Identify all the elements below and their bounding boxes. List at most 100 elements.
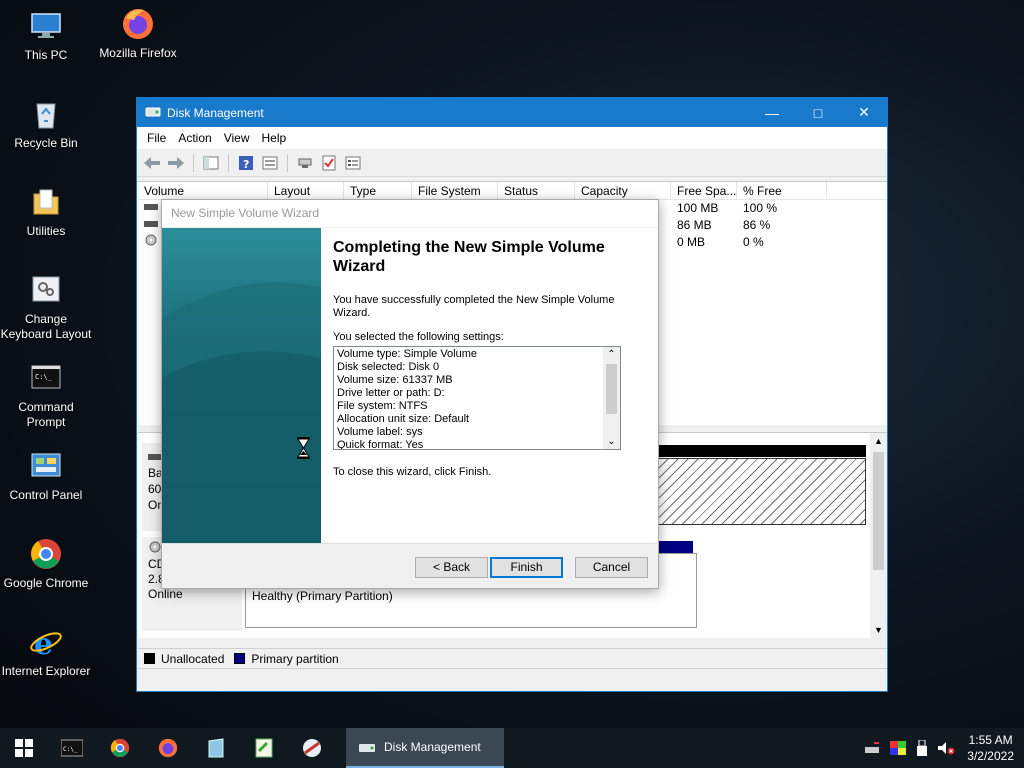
desktop-icon-recycle-bin[interactable]: Recycle Bin	[0, 96, 92, 151]
cd-drive-icon	[144, 234, 158, 249]
svg-text:?: ?	[243, 158, 249, 171]
free-space-cell: 86 MB	[677, 218, 712, 232]
taskbar-command-prompt[interactable]: C:\_	[48, 728, 96, 768]
setting-line: Drive letter or path: D:	[337, 387, 445, 399]
scrollbar-thumb[interactable]	[873, 452, 884, 570]
connect-disk-button[interactable]	[294, 152, 316, 174]
column-header-file-system[interactable]: File System	[412, 182, 498, 199]
volume-drive-icon	[144, 201, 158, 215]
network-icon[interactable]	[859, 728, 885, 768]
desktop-icon-label: Recycle Bin	[14, 136, 78, 150]
desktop-icon-control-panel[interactable]: Control Panel	[0, 448, 92, 503]
desktop-icon-change-keyboard-layout[interactable]: Change Keyboard Layout	[0, 272, 92, 342]
percent-free-cell: 100 %	[743, 201, 778, 215]
partition-status-text: Healthy (Primary Partition)	[252, 589, 393, 603]
desktop-icon-label: Google Chrome	[3, 576, 89, 590]
taskbar-app-tools[interactable]	[288, 728, 336, 768]
recycle-bin-icon	[28, 96, 64, 132]
column-header-layout[interactable]: Layout	[268, 182, 344, 199]
chrome-icon	[110, 738, 130, 758]
free-space-cell: 0 MB	[677, 235, 706, 249]
column-header-percent-free[interactable]: % Free	[737, 182, 827, 199]
properties-button[interactable]	[259, 152, 281, 174]
column-header-capacity[interactable]: Capacity	[575, 182, 671, 199]
console-tree-button[interactable]	[200, 152, 222, 174]
settings-label: You selected the following settings:	[333, 331, 504, 343]
column-header-free-space[interactable]: Free Spa...	[671, 182, 737, 199]
status-bar	[138, 668, 887, 690]
column-header-type[interactable]: Type	[344, 182, 412, 199]
wizard-button-bar: < Back Finish Cancel	[162, 543, 658, 588]
scroll-down-icon[interactable]: ▼	[870, 622, 887, 639]
wizard-heading: Completing the New Simple Volume Wizard	[333, 239, 605, 275]
settings-scrollbar[interactable]: ⌃ ⌄	[603, 347, 620, 449]
menu-action[interactable]: Action	[172, 131, 217, 145]
unallocated-header-bar	[658, 445, 866, 457]
desktop-icon-label: This PC	[24, 48, 68, 62]
wizard-title[interactable]: New Simple Volume Wizard	[162, 200, 658, 227]
scroll-up-icon[interactable]: ⌃	[603, 347, 620, 362]
desktop-icon-utilities[interactable]: Utilities	[0, 184, 92, 239]
settings-list: Volume type: Simple Volume Disk selected…	[337, 348, 603, 449]
toolbar: ?	[137, 149, 887, 177]
help-icon[interactable]: ?	[235, 152, 257, 174]
column-header-volume[interactable]: Volume	[138, 182, 268, 199]
disk-management-icon	[145, 103, 161, 122]
scroll-up-icon[interactable]: ▲	[870, 433, 887, 450]
menu-help[interactable]: Help	[256, 131, 293, 145]
finish-button[interactable]: Finish	[490, 557, 563, 578]
disk-area-scrollbar[interactable]: ▲ ▼	[870, 433, 887, 639]
clock-time: 1:55 AM	[968, 733, 1013, 747]
back-arrow-button[interactable]	[141, 152, 163, 174]
menu-file[interactable]: File	[141, 131, 172, 145]
partition-block-selected[interactable]	[658, 458, 866, 525]
menu-bar: File Action View Help	[137, 127, 887, 149]
desktop-icon-internet-explorer[interactable]: e Internet Explorer	[0, 624, 92, 679]
desktop-icon-label: Mozilla Firefox	[99, 46, 177, 60]
taskbar-active-label: Disk Management	[384, 740, 481, 754]
close-button[interactable]: ✕	[841, 98, 887, 127]
hourglass-cursor-icon	[297, 437, 310, 462]
start-button[interactable]	[0, 728, 48, 768]
desktop-icon-label: Utilities	[26, 224, 66, 238]
minimize-button[interactable]: —	[749, 98, 795, 127]
keyboard-settings-icon	[28, 272, 64, 308]
wizard-content: Completing the New Simple Volume Wizard …	[321, 228, 658, 544]
command-prompt-icon: C:\_	[61, 739, 83, 757]
wizard-success-text: You have successfully completed the New …	[333, 294, 615, 319]
taskbar-disk-management[interactable]: Disk Management	[346, 728, 504, 768]
scrollbar-thumb[interactable]	[606, 364, 617, 414]
taskbar-app-green[interactable]	[240, 728, 288, 768]
display-color-icon[interactable]	[885, 728, 911, 768]
taskbar-firefox[interactable]	[144, 728, 192, 768]
column-header-status[interactable]: Status	[498, 182, 575, 199]
settings-summary-box[interactable]: Volume type: Simple Volume Disk selected…	[333, 346, 621, 450]
usb-device-icon[interactable]	[911, 728, 933, 768]
cancel-button[interactable]: Cancel	[575, 557, 648, 578]
check-icon[interactable]	[318, 152, 340, 174]
volume-muted-icon[interactable]	[933, 728, 959, 768]
desktop-icon-firefox[interactable]: Mozilla Firefox	[92, 6, 184, 61]
desktop-icon-label: Command Prompt	[18, 400, 74, 429]
volume-drive-icon	[144, 218, 158, 232]
window-titlebar[interactable]: Disk Management — □ ✕	[137, 98, 887, 127]
menu-view[interactable]: View	[218, 131, 256, 145]
back-button[interactable]: < Back	[415, 557, 488, 578]
system-tray: 1:55 AM 3/2/2022	[859, 728, 1024, 768]
desktop-icon-this-pc[interactable]: This PC	[0, 8, 92, 63]
desktop-icon-command-prompt[interactable]: C:\_ Command Prompt	[0, 360, 92, 430]
toolbar-separator	[287, 153, 288, 172]
clock[interactable]: 1:55 AM 3/2/2022	[959, 732, 1024, 764]
toolbar-separator	[193, 153, 194, 172]
taskbar-chrome[interactable]	[96, 728, 144, 768]
desktop-icon-google-chrome[interactable]: Google Chrome	[0, 536, 92, 591]
taskbar-app-blue[interactable]	[192, 728, 240, 768]
forward-arrow-button[interactable]	[165, 152, 187, 174]
setting-line: Volume type: Simple Volume	[337, 348, 478, 360]
maximize-button[interactable]: □	[795, 98, 841, 127]
scroll-down-icon[interactable]: ⌄	[603, 434, 620, 449]
text-editor-icon	[255, 738, 273, 758]
control-panel-icon	[28, 448, 64, 484]
settings-list-button[interactable]	[342, 152, 364, 174]
this-pc-icon	[28, 8, 64, 44]
